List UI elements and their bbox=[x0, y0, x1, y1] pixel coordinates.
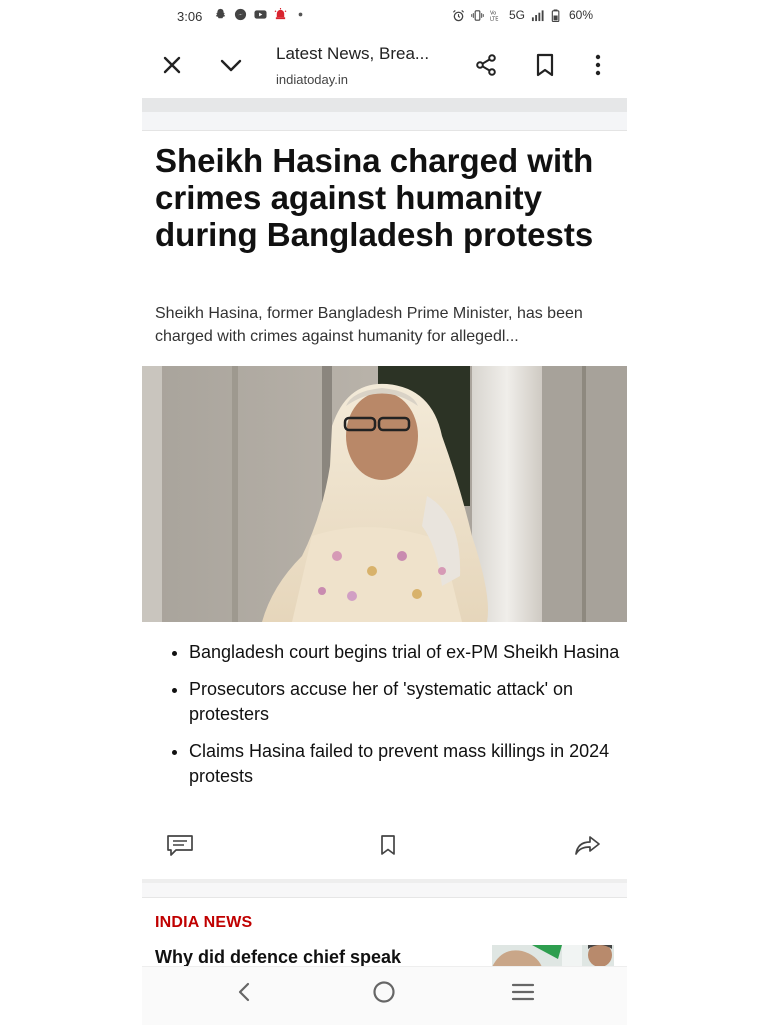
share-arrow-icon bbox=[575, 836, 600, 855]
notification-icons bbox=[214, 8, 307, 21]
bookmark-icon bbox=[536, 53, 554, 77]
toolbar-divider bbox=[142, 98, 627, 112]
save-article-button[interactable] bbox=[373, 830, 403, 860]
share-article-button[interactable] bbox=[573, 830, 603, 860]
status-bar: 3:06 Vo LTE 5G 60% bbox=[142, 0, 627, 34]
bookmark-button[interactable] bbox=[527, 47, 563, 83]
signal-icon bbox=[531, 9, 544, 21]
system-navigation-bar bbox=[142, 966, 627, 1025]
minimize-button[interactable] bbox=[213, 47, 249, 83]
card-spacer bbox=[142, 883, 627, 898]
article-actions bbox=[142, 826, 627, 862]
next-story-thumbnail[interactable] bbox=[492, 945, 614, 967]
article-highlights: Bangladesh court begins trial of ex-PM S… bbox=[172, 640, 629, 801]
comment-button[interactable] bbox=[165, 830, 195, 860]
more-notifications-dot-icon bbox=[298, 12, 303, 17]
status-time: 3:06 bbox=[177, 9, 203, 24]
home-circle-icon bbox=[373, 981, 395, 1003]
svg-text:LTE: LTE bbox=[490, 16, 498, 21]
article-headline[interactable]: Sheikh Hasina charged with crimes agains… bbox=[155, 142, 595, 253]
battery-percent: 60% bbox=[568, 8, 593, 22]
page-title[interactable]: Latest News, Brea... bbox=[276, 44, 429, 64]
thumbnail-image bbox=[492, 945, 614, 967]
recents-button[interactable] bbox=[503, 977, 543, 1007]
svg-text:Vo: Vo bbox=[490, 10, 496, 16]
messenger-icon bbox=[234, 8, 247, 21]
close-button[interactable] bbox=[154, 47, 190, 83]
category-label[interactable]: INDIA NEWS bbox=[155, 914, 252, 932]
chevron-down-icon bbox=[220, 59, 242, 72]
back-button[interactable] bbox=[224, 977, 264, 1007]
menu-lines-icon bbox=[511, 983, 535, 1001]
article-image[interactable] bbox=[142, 366, 627, 622]
vibrate-icon bbox=[471, 9, 484, 21]
close-icon bbox=[163, 56, 181, 74]
highlight-item: Claims Hasina failed to prevent mass kil… bbox=[189, 739, 629, 789]
share-button[interactable] bbox=[468, 47, 504, 83]
more-options-button[interactable] bbox=[580, 47, 616, 83]
alert-app-icon bbox=[274, 8, 287, 20]
page-url[interactable]: indiatoday.in bbox=[276, 72, 348, 87]
section-spacer bbox=[142, 112, 627, 131]
network-type: 5G bbox=[508, 8, 525, 22]
share-icon bbox=[476, 54, 496, 76]
more-vertical-icon bbox=[595, 54, 601, 76]
comment-icon bbox=[167, 835, 193, 856]
back-icon bbox=[238, 982, 250, 1002]
home-button[interactable] bbox=[364, 977, 404, 1007]
youtube-icon bbox=[254, 10, 267, 19]
highlight-item: Bangladesh court begins trial of ex-PM S… bbox=[189, 640, 629, 665]
highlight-item: Prosecutors accuse her of 'systematic at… bbox=[189, 677, 629, 727]
article-photo bbox=[142, 366, 627, 622]
alarm-icon bbox=[452, 9, 464, 21]
bookmark-icon bbox=[381, 835, 395, 855]
phone-screen: 3:06 Vo LTE 5G 60% Latest News, Brea... i… bbox=[142, 0, 629, 1025]
volte-icon: VoLTE bbox=[490, 10, 498, 21]
article-summary[interactable]: Sheikh Hasina, former Bangladesh Prime M… bbox=[155, 302, 615, 348]
battery-icon bbox=[551, 8, 560, 22]
next-story-headline[interactable]: Why did defence chief speak bbox=[155, 947, 455, 967]
snapchat-icon bbox=[215, 8, 226, 19]
system-icons: Vo LTE 5G 60% bbox=[452, 8, 593, 22]
browser-toolbar: Latest News, Brea... indiatoday.in bbox=[142, 36, 627, 96]
